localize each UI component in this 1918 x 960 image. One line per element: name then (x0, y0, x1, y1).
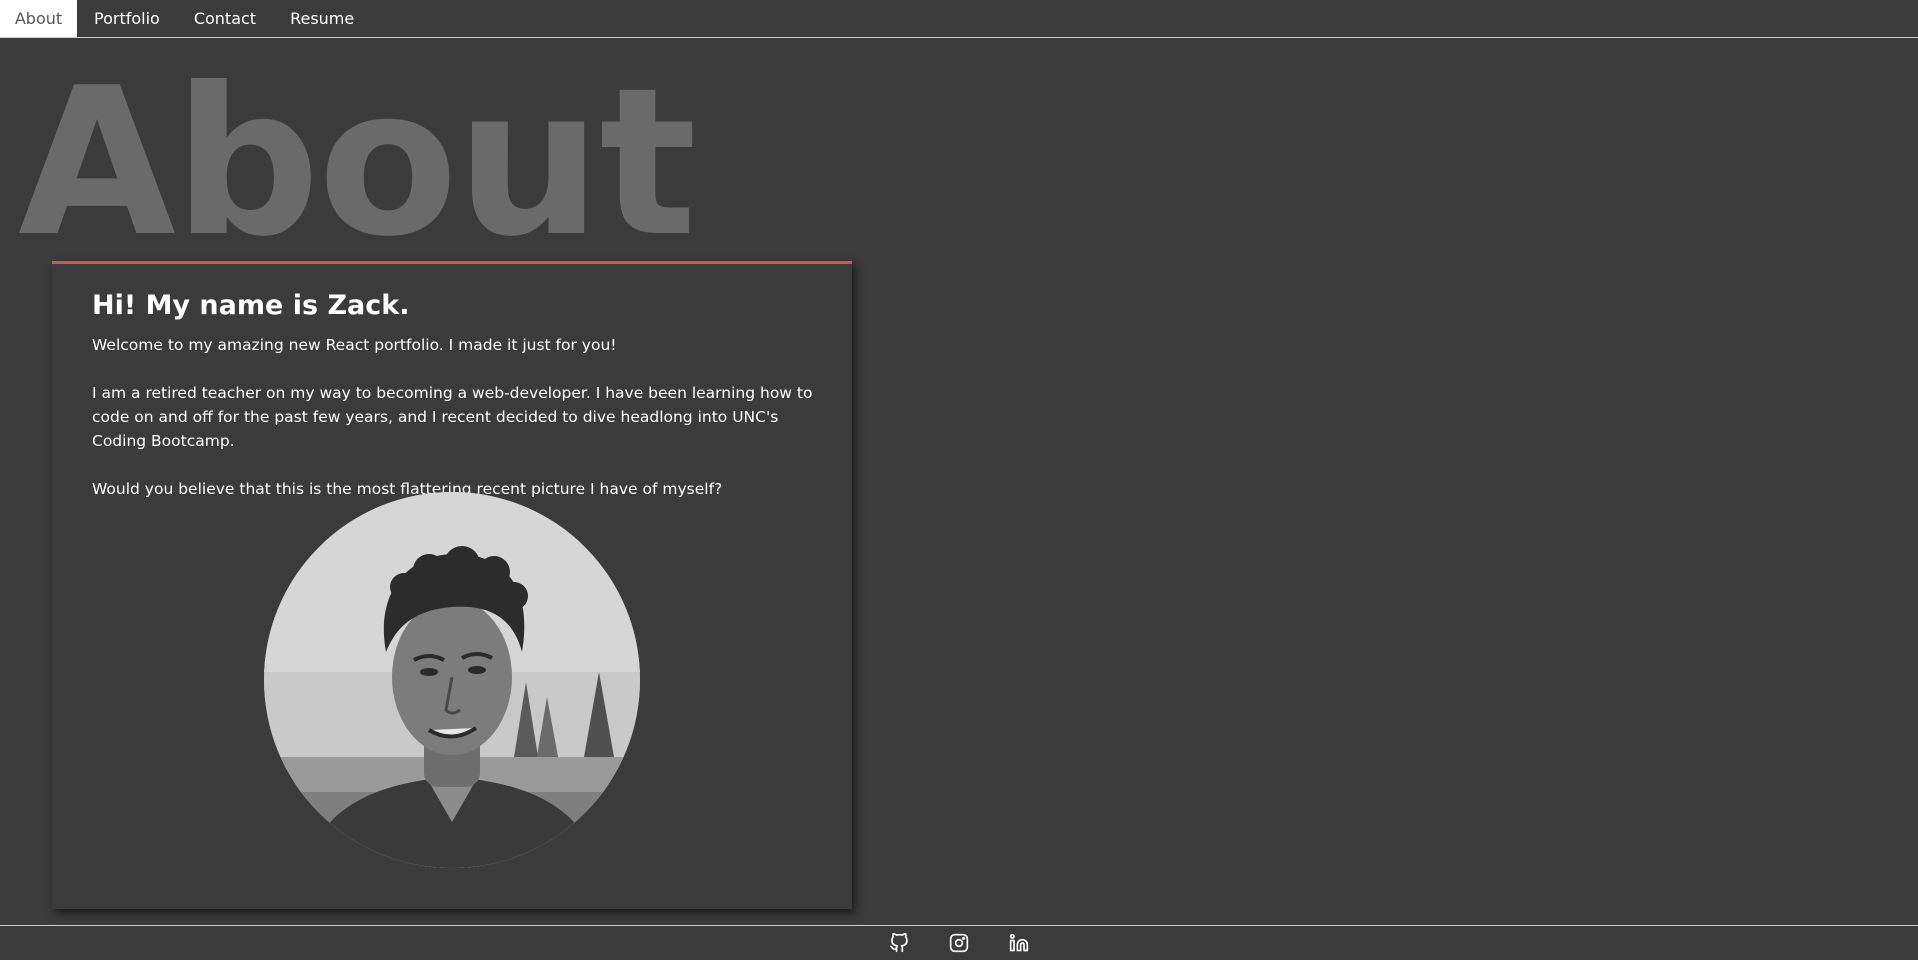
profile-photo-illustration (264, 492, 640, 868)
profile-photo (264, 492, 640, 868)
greeting-heading: Hi! My name is Zack. (92, 290, 410, 321)
about-card-content: Hi! My name is Zack. Welcome to my amazi… (92, 290, 822, 501)
linkedin-icon[interactable] (1009, 933, 1029, 953)
about-card: Hi! My name is Zack. Welcome to my amazi… (52, 261, 852, 909)
intro-paragraph: Welcome to my amazing new React portfoli… (92, 336, 617, 355)
tab-resume[interactable]: Resume (273, 0, 371, 37)
footer (0, 925, 1918, 960)
tab-about[interactable]: About (0, 0, 77, 37)
github-icon[interactable] (889, 933, 909, 953)
tab-portfolio[interactable]: Portfolio (77, 0, 177, 37)
tab-contact[interactable]: Contact (177, 0, 273, 37)
page-title: About (18, 45, 697, 282)
bio-paragraph: I am a retired teacher on my way to beco… (92, 384, 813, 451)
instagram-icon[interactable] (949, 933, 969, 953)
top-navbar: About Portfolio Contact Resume (0, 0, 1918, 38)
